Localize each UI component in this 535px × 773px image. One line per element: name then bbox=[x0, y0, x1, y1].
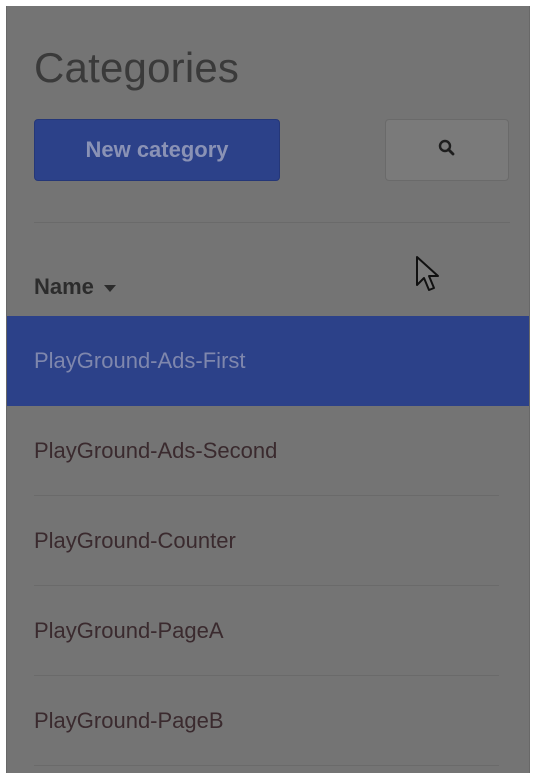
list-item-label: PlayGround-Ads-Second bbox=[34, 438, 278, 463]
search-icon bbox=[438, 139, 456, 162]
header-divider bbox=[34, 222, 510, 223]
column-header-label: Name bbox=[34, 274, 94, 299]
list-item[interactable]: PlayGround-Ads-Second bbox=[7, 406, 529, 496]
mouse-cursor-icon bbox=[415, 255, 441, 300]
caret-down-icon bbox=[103, 284, 116, 292]
category-list: PlayGround-Ads-First PlayGround-Ads-Seco… bbox=[7, 316, 529, 766]
list-item-label: PlayGround-Counter bbox=[34, 528, 236, 553]
new-category-button-label: New category bbox=[85, 137, 229, 162]
categories-panel: Categories New category Name PlayGround-… bbox=[6, 6, 530, 773]
list-item[interactable]: PlayGround-Counter bbox=[7, 496, 529, 586]
list-item[interactable]: PlayGround-Ads-First bbox=[7, 316, 529, 406]
list-item-label: PlayGround-PageB bbox=[34, 708, 224, 733]
page-title: Categories bbox=[34, 44, 240, 91]
list-item[interactable]: PlayGround-PageB bbox=[7, 676, 529, 766]
column-header-name[interactable]: Name bbox=[34, 272, 116, 302]
list-item-label: PlayGround-PageA bbox=[34, 618, 224, 643]
list-item[interactable]: PlayGround-PageA bbox=[7, 586, 529, 676]
list-item-label: PlayGround-Ads-First bbox=[34, 348, 246, 373]
search-button[interactable] bbox=[385, 119, 509, 181]
new-category-button[interactable]: New category bbox=[34, 119, 280, 181]
